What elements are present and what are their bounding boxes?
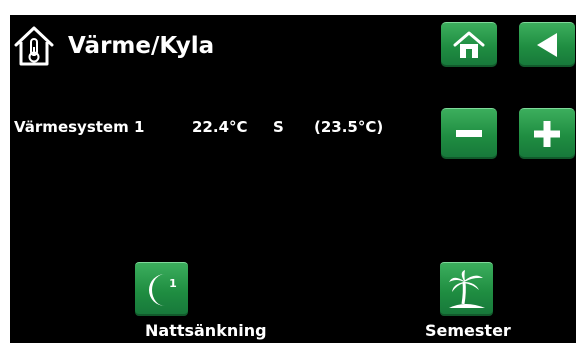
setpoint-temperature: (23.5°C)	[314, 118, 384, 136]
moon-icon: 1	[148, 273, 177, 306]
home-button[interactable]	[441, 22, 497, 67]
home-icon	[453, 31, 485, 58]
increase-button[interactable]	[519, 108, 575, 159]
decrease-button[interactable]	[441, 108, 497, 159]
night-reduction-button[interactable]: 1	[135, 262, 188, 316]
page-title: Värme/Kyla	[68, 33, 215, 59]
night-badge: 1	[169, 277, 177, 290]
system-name: Värmesystem 1	[14, 118, 145, 136]
back-button[interactable]	[519, 22, 575, 67]
vacation-label: Semester	[425, 321, 511, 340]
current-temperature: 22.4°C	[192, 118, 248, 136]
minus-icon	[456, 130, 482, 137]
palm-tree-icon	[448, 269, 485, 308]
house-thermometer-icon	[14, 26, 54, 66]
vacation-button[interactable]	[440, 262, 493, 316]
back-arrow-icon	[537, 33, 557, 57]
plus-icon	[534, 121, 560, 147]
screen: Värme/Kyla Värmesystem 1 22.4°C S (23.5°…	[10, 15, 576, 343]
night-reduction-label: Nattsänkning	[145, 321, 267, 340]
mode-indicator: S	[273, 118, 284, 136]
